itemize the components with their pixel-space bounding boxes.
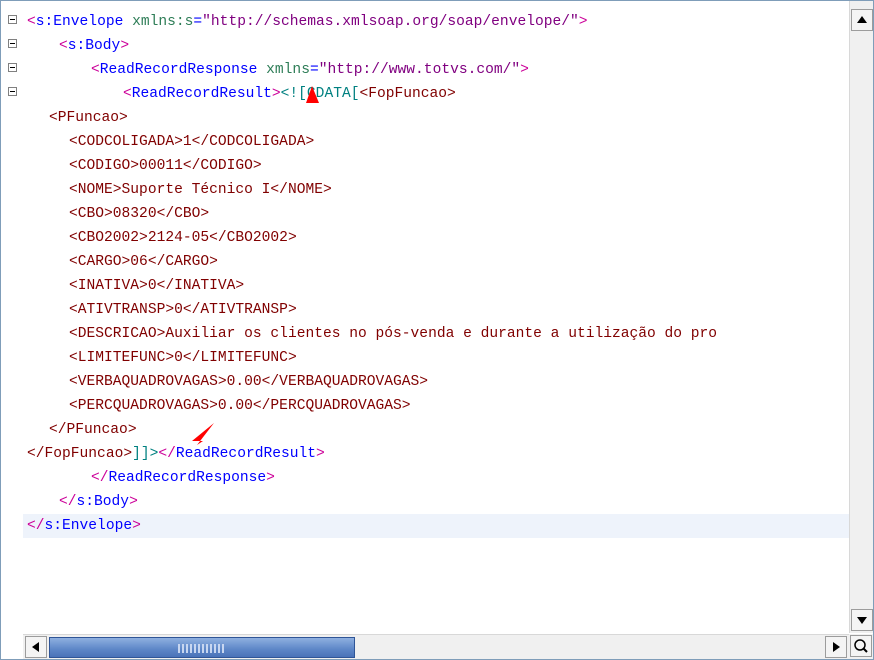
annotation-arrow — [192, 423, 214, 445]
annotation-arrows — [192, 86, 319, 445]
vertical-scrollbar[interactable] — [849, 1, 873, 633]
horizontal-scrollbar[interactable] — [23, 634, 849, 659]
fold-minus-icon[interactable] — [8, 63, 17, 72]
code-area[interactable]: <s:Envelope xmlns:s="http://schemas.xmls… — [23, 1, 849, 633]
scroll-down-arrow-icon[interactable] — [851, 609, 873, 631]
scroll-left-arrow-icon[interactable] — [25, 636, 47, 658]
scroll-grip — [178, 644, 226, 653]
scroll-corner — [849, 634, 873, 659]
xml-viewer[interactable]: <s:Envelope xmlns:s="http://schemas.xmls… — [0, 0, 874, 660]
fold-minus-icon[interactable] — [8, 15, 17, 24]
zoom-icon[interactable] — [850, 635, 872, 657]
fold-minus-icon[interactable] — [8, 87, 17, 96]
fold-gutter — [1, 1, 23, 633]
annotation-arrow — [306, 86, 319, 103]
fold-minus-icon[interactable] — [8, 39, 17, 48]
horizontal-scroll-thumb[interactable] — [49, 637, 355, 658]
scroll-right-arrow-icon[interactable] — [825, 636, 847, 658]
scroll-up-arrow-icon[interactable] — [851, 9, 873, 31]
